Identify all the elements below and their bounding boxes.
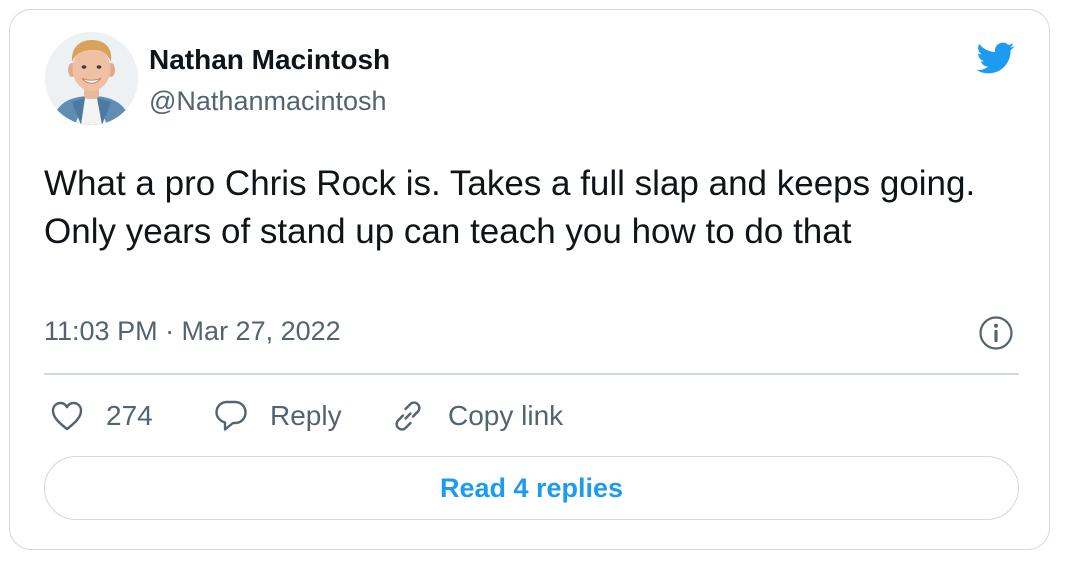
reply-icon bbox=[214, 399, 248, 433]
author-name[interactable]: Nathan Macintosh bbox=[149, 44, 390, 76]
like-count: 274 bbox=[106, 400, 153, 431]
avatar[interactable] bbox=[45, 32, 138, 125]
avatar-photo bbox=[45, 32, 138, 125]
link-icon bbox=[390, 398, 426, 434]
tweet-text: What a pro Chris Rock is. Takes a full s… bbox=[44, 164, 976, 251]
tweet-timestamp[interactable]: 11:03 PM · Mar 27, 2022 bbox=[44, 316, 341, 347]
reply-label: Reply bbox=[270, 400, 342, 431]
like-button[interactable]: 274 bbox=[50, 396, 153, 436]
divider bbox=[44, 373, 1019, 375]
heart-icon bbox=[50, 400, 84, 432]
author-handle[interactable]: @Nathanmacintosh bbox=[149, 86, 387, 117]
reply-button[interactable]: Reply bbox=[214, 396, 342, 436]
read-replies-button[interactable]: Read 4 replies bbox=[44, 456, 1019, 520]
copy-link-label: Copy link bbox=[448, 400, 564, 431]
tweet-card: Nathan Macintosh @Nathanmacintosh What a… bbox=[9, 9, 1050, 550]
copy-link-button[interactable]: Copy link bbox=[390, 396, 563, 436]
twitter-bird-icon[interactable] bbox=[972, 38, 1018, 78]
info-icon[interactable] bbox=[978, 315, 1014, 351]
